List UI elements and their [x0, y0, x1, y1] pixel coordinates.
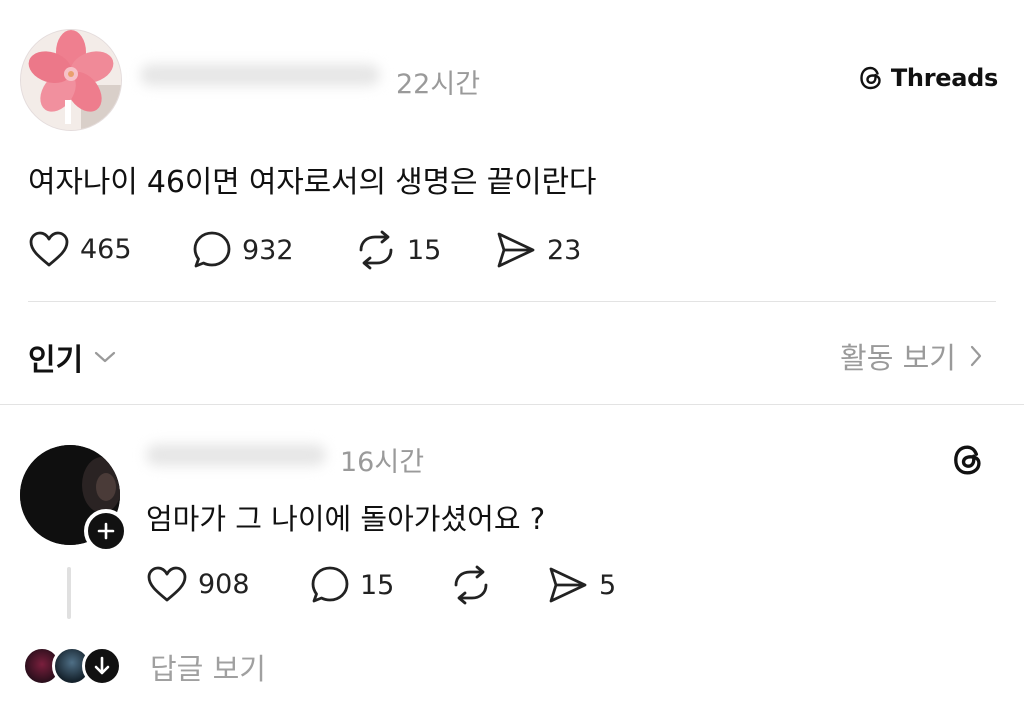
- reply-repost-button[interactable]: [450, 565, 492, 605]
- reply-timestamp: 16시간: [340, 447, 425, 478]
- reply-share-count: 5: [599, 569, 617, 601]
- repost-button[interactable]: 15: [355, 230, 441, 270]
- chevron-down-icon: [95, 351, 116, 363]
- thread-connector-line: [67, 567, 71, 619]
- reply-comment-count: 15: [360, 569, 395, 601]
- repost-icon: [359, 230, 393, 270]
- follow-button[interactable]: [84, 509, 128, 553]
- threads-brand[interactable]: Threads: [857, 64, 998, 92]
- reply-like-button[interactable]: 908: [146, 565, 250, 603]
- sort-label: 인기: [28, 343, 84, 378]
- repost-count: 15: [407, 234, 442, 266]
- threads-brand-label: Threads: [890, 64, 998, 92]
- divider: [28, 301, 996, 302]
- arrow-down-icon: [94, 656, 110, 675]
- view-replies-button[interactable]: 답글 보기: [150, 646, 266, 688]
- divider: [0, 404, 1024, 405]
- reply-body: 엄마가 그 나이에 돌아가셨어요 ?: [146, 502, 546, 536]
- heart-icon: [147, 566, 187, 602]
- comment-icon: [311, 566, 349, 603]
- reply-threads-link[interactable]: [950, 442, 986, 482]
- expand-replies-badge: [82, 646, 122, 686]
- reply-username-redacted[interactable]: [146, 444, 326, 466]
- share-icon: [497, 232, 535, 268]
- author-avatar[interactable]: [20, 29, 122, 131]
- author-username-redacted[interactable]: [140, 64, 380, 86]
- plus-icon: [97, 522, 115, 540]
- reply-comment-button[interactable]: 15: [310, 565, 394, 605]
- post-body: 여자나이 46이면 여자로서의 생명은 끝이란다: [28, 165, 597, 200]
- share-icon: [549, 567, 587, 603]
- like-button[interactable]: 465: [28, 230, 132, 268]
- threads-logo-icon: [954, 445, 981, 475]
- repost-icon: [454, 565, 488, 605]
- like-count: 465: [80, 233, 132, 265]
- threads-logo-icon: [860, 66, 881, 90]
- heart-icon: [29, 231, 69, 267]
- view-activity-link[interactable]: 활동 보기: [840, 335, 984, 377]
- chevron-right-icon: [970, 345, 982, 367]
- share-count: 23: [547, 234, 582, 266]
- replier-avatars[interactable]: [22, 646, 126, 686]
- share-button[interactable]: 23: [495, 230, 581, 270]
- comment-icon: [193, 231, 231, 268]
- reply-like-count: 908: [198, 568, 250, 600]
- sort-dropdown[interactable]: 인기: [28, 335, 117, 379]
- flower-avatar-image: [21, 30, 121, 130]
- view-activity-label: 활동 보기: [840, 341, 956, 375]
- reply-share-button[interactable]: 5: [547, 565, 616, 605]
- comment-button[interactable]: 932: [192, 230, 294, 270]
- post-timestamp: 22시간: [396, 69, 481, 100]
- comment-count: 932: [242, 234, 294, 266]
